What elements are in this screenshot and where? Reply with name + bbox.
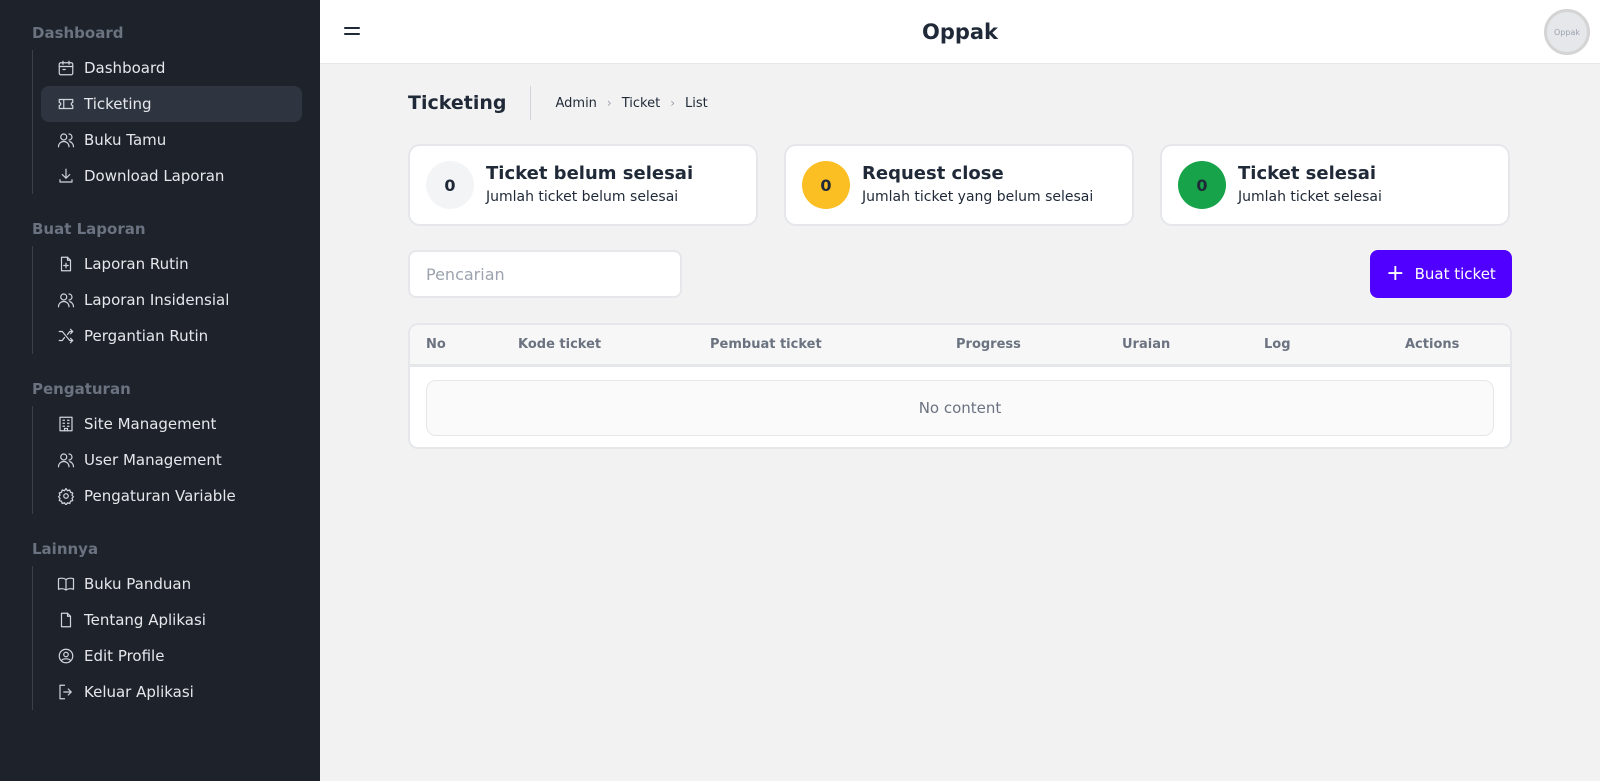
sidebar-item-pengaturan-variable[interactable]: Pengaturan Variable [41,478,302,514]
file-plus-icon [57,255,75,273]
sidebar-item-dashboard[interactable]: Dashboard [41,50,302,86]
page-header: Ticketing Admin › Ticket › List [408,64,1512,142]
sidebar-item-label: Download Laporan [84,167,225,185]
main-content: Ticketing Admin › Ticket › List 0 Ticket… [408,64,1512,449]
logout-icon [57,683,75,701]
stat-card-belum-selesai: 0 Ticket belum selesai Jumlah ticket bel… [408,144,758,226]
sidebar-item-label: Pergantian Rutin [84,327,209,345]
column-header-uraian: Uraian [1122,337,1171,352]
section-title: Lainnya [32,540,99,558]
stat-subtitle: Jumlah ticket yang belum selesai [862,189,1094,205]
column-header-actions: Actions [1405,337,1460,352]
plus-icon: + [1386,261,1405,286]
sidebar-section-pengaturan: Pengaturan Site Management User Manageme… [0,378,320,514]
sidebar-item-tentang-aplikasi[interactable]: Tentang Aplikasi [41,602,302,638]
sidebar-item-label: Site Management [84,415,217,433]
sidebar-item-label: Keluar Aplikasi [84,683,194,701]
sidebar-item-label: Laporan Rutin [84,255,189,273]
stat-subtitle: Jumlah ticket belum selesai [486,189,679,205]
users-icon [57,131,75,149]
sidebar-item-label: Dashboard [84,59,166,77]
sidebar-item-download-laporan[interactable]: Download Laporan [41,158,302,194]
section-title: Buat Laporan [32,220,146,238]
sidebar: Dashboard Dashboard Ticketing Buku Tamu … [0,0,320,781]
sidebar-item-label: Buku Panduan [84,575,192,593]
sidebar-item-buku-tamu[interactable]: Buku Tamu [41,122,302,158]
sidebar-item-edit-profile[interactable]: Edit Profile [41,638,302,674]
chevron-right-icon: › [606,96,612,110]
stat-card-selesai: 0 Ticket selesai Jumlah ticket selesai [1160,144,1510,226]
create-ticket-label: Buat ticket [1414,265,1496,283]
sidebar-item-label: Edit Profile [84,647,165,665]
toolbar: + Buat ticket [408,250,1512,298]
gear-icon [57,487,75,505]
column-header-progress: Progress [956,337,1021,352]
sidebar-section-lainnya: Lainnya Buku Panduan Tentang Aplikasi Ed… [0,538,320,710]
stat-card-request-close: 0 Request close Jumlah ticket yang belum… [784,144,1134,226]
top-header: Oppak Oppak [320,0,1600,64]
breadcrumb-ticket[interactable]: Ticket [622,96,660,111]
sidebar-item-buku-panduan[interactable]: Buku Panduan [41,566,302,602]
sidebar-item-label: Tentang Aplikasi [84,611,206,629]
column-header-no: No [426,337,446,352]
users-icon [57,451,75,469]
sidebar-item-laporan-rutin[interactable]: Laporan Rutin [41,246,302,282]
sidebar-item-site-management[interactable]: Site Management [41,406,302,442]
sidebar-item-user-management[interactable]: User Management [41,442,302,478]
app-title: Oppak [921,20,999,44]
calendar-icon [57,59,75,77]
stat-count: 0 [1178,161,1226,209]
avatar[interactable]: Oppak [1544,9,1590,55]
stat-subtitle: Jumlah ticket selesai [1238,189,1382,205]
stat-count: 0 [802,161,850,209]
sidebar-item-pergantian-rutin[interactable]: Pergantian Rutin [41,318,302,354]
sidebar-item-label: Buku Tamu [84,131,167,149]
stat-count: 0 [426,161,474,209]
sidebar-item-label: Pengaturan Variable [84,487,236,505]
sidebar-section-buat-laporan: Buat Laporan Laporan Rutin Laporan Insid… [0,218,320,354]
empty-state: No content [426,380,1494,436]
sidebar-item-laporan-insidensial[interactable]: Laporan Insidensial [41,282,302,318]
stat-title: Request close [862,163,1004,184]
breadcrumb-list: List [685,95,708,111]
column-header-pembuat-ticket: Pembuat ticket [710,337,822,352]
table-header: No Kode ticket Pembuat ticket Progress U… [410,325,1510,367]
breadcrumb-admin[interactable]: Admin [555,96,596,111]
chevron-right-icon: › [670,96,676,110]
file-icon [57,611,75,629]
book-icon [57,575,75,593]
sidebar-item-ticketing[interactable]: Ticketing [41,86,302,122]
ticket-icon [57,95,75,113]
breadcrumb: Admin › Ticket › List [531,96,707,111]
stats-row: 0 Ticket belum selesai Jumlah ticket bel… [408,144,1512,226]
section-title: Pengaturan [32,380,131,398]
building-icon [57,415,75,433]
stat-title: Ticket selesai [1238,163,1377,184]
shuffle-icon [57,327,75,345]
section-title: Dashboard [32,24,124,42]
page-title: Ticketing [408,86,532,120]
sidebar-section-dashboard: Dashboard Dashboard Ticketing Buku Tamu … [0,22,320,194]
users-icon [57,291,75,309]
create-ticket-button[interactable]: + Buat ticket [1370,250,1512,298]
download-icon [57,167,75,185]
sidebar-item-label: Laporan Insidensial [84,291,230,309]
ticket-table: No Kode ticket Pembuat ticket Progress U… [408,323,1512,449]
search-input[interactable] [408,250,682,298]
stat-title: Ticket belum selesai [486,163,694,184]
sidebar-item-label: Ticketing [84,95,152,113]
column-header-kode-ticket: Kode ticket [518,337,602,352]
column-header-log: Log [1264,337,1291,352]
sidebar-item-keluar-aplikasi[interactable]: Keluar Aplikasi [41,674,302,710]
sidebar-item-label: User Management [84,451,222,469]
user-circle-icon [57,647,75,665]
